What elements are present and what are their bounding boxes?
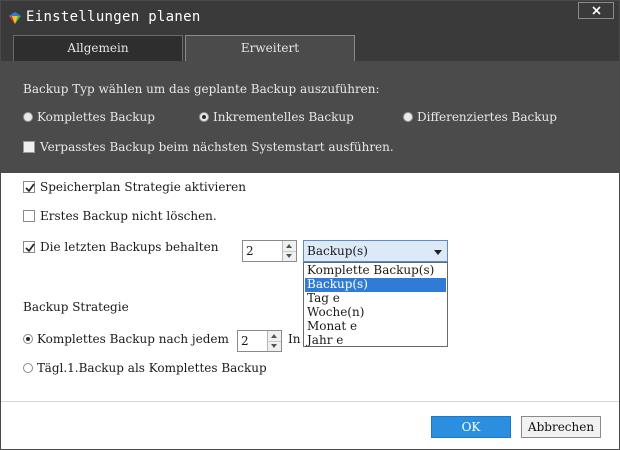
- stepper-buttons: [282, 241, 296, 261]
- footer-divider: [1, 401, 619, 402]
- cancel-button[interactable]: Abbrechen: [521, 416, 601, 438]
- keep-unit-dropdown-list: Komplette Backup(s) Backup(s) Tag e Woch…: [303, 262, 448, 347]
- title-bar: Einstellungen planen: [1, 1, 619, 35]
- keep-unit-select[interactable]: Backup(s): [303, 240, 448, 262]
- backup-strategy-title: Backup Strategie: [23, 300, 129, 314]
- full-every-count-value[interactable]: 2: [241, 334, 249, 348]
- stepper-buttons: [267, 331, 281, 351]
- radio-differential-backup[interactable]: [403, 112, 413, 122]
- checkmark-icon: [25, 243, 35, 253]
- radio-incremental-backup[interactable]: [199, 112, 209, 122]
- checkbox-missed-backup[interactable]: [23, 141, 35, 153]
- chevron-down-icon[interactable]: [434, 250, 442, 255]
- dropdown-option[interactable]: Tag e: [305, 292, 446, 306]
- daily-first-label[interactable]: Tägl.1.Backup als Komplettes Backup: [37, 361, 267, 375]
- radio-daily-first[interactable]: [23, 363, 33, 373]
- missed-backup-label[interactable]: Verpasstes Backup beim nächsten Systemst…: [40, 140, 394, 154]
- arrow-up-icon: [271, 334, 277, 338]
- keep-last-count-value[interactable]: 2: [246, 244, 254, 258]
- tab-general[interactable]: Allgemein: [13, 35, 183, 61]
- full-every-label[interactable]: Komplettes Backup nach jedem: [37, 332, 229, 346]
- dropdown-option[interactable]: Woche(n): [305, 306, 446, 320]
- dropdown-option[interactable]: Jahr e: [305, 334, 446, 348]
- enable-strategy-label[interactable]: Speicherplan Strategie aktivieren: [40, 180, 246, 194]
- dropdown-option-selected[interactable]: Backup(s): [305, 278, 446, 292]
- keep-last-label[interactable]: Die letzten Backups behalten: [40, 240, 218, 254]
- full-every-suffix: In: [288, 332, 301, 346]
- radio-full-backup[interactable]: [23, 112, 33, 122]
- dropdown-option[interactable]: Monat e: [305, 320, 446, 334]
- keep-unit-selected[interactable]: Backup(s): [307, 244, 368, 258]
- radio-incremental-backup-label[interactable]: Inkrementelles Backup: [213, 110, 354, 124]
- stepper-down-button[interactable]: [268, 341, 281, 351]
- settings-dialog: Einstellungen planen Allgemein Erweitert…: [0, 0, 620, 450]
- app-logo-icon: [8, 11, 22, 25]
- ok-button[interactable]: OK: [431, 416, 511, 438]
- close-icon: [592, 6, 601, 15]
- close-button[interactable]: [578, 2, 614, 19]
- window-title: Einstellungen planen: [26, 9, 201, 25]
- checkmark-icon: [25, 183, 35, 193]
- radio-differential-backup-label[interactable]: Differenziertes Backup: [417, 110, 557, 124]
- dropdown-option[interactable]: Komplette Backup(s): [305, 264, 446, 278]
- stepper-down-button[interactable]: [283, 251, 296, 261]
- backup-type-prompt: Backup Typ wählen um das geplante Backup…: [23, 82, 380, 96]
- checkbox-enable-strategy[interactable]: [23, 181, 35, 193]
- tab-strip: Allgemein Erweitert: [1, 35, 619, 61]
- arrow-up-icon: [286, 244, 292, 248]
- arrow-down-icon: [286, 254, 292, 258]
- keep-last-count-stepper[interactable]: 2: [242, 240, 297, 262]
- backup-type-panel: Backup Typ wählen um das geplante Backup…: [1, 61, 619, 173]
- full-every-count-stepper[interactable]: 2: [237, 330, 282, 352]
- checkbox-keep-last[interactable]: [23, 241, 35, 253]
- radio-full-every[interactable]: [23, 334, 33, 344]
- radio-full-backup-label[interactable]: Komplettes Backup: [37, 110, 155, 124]
- keep-first-label[interactable]: Erstes Backup nicht löschen.: [40, 209, 217, 223]
- tab-advanced[interactable]: Erweitert: [185, 35, 355, 61]
- arrow-down-icon: [271, 344, 277, 348]
- checkbox-keep-first[interactable]: [23, 210, 35, 222]
